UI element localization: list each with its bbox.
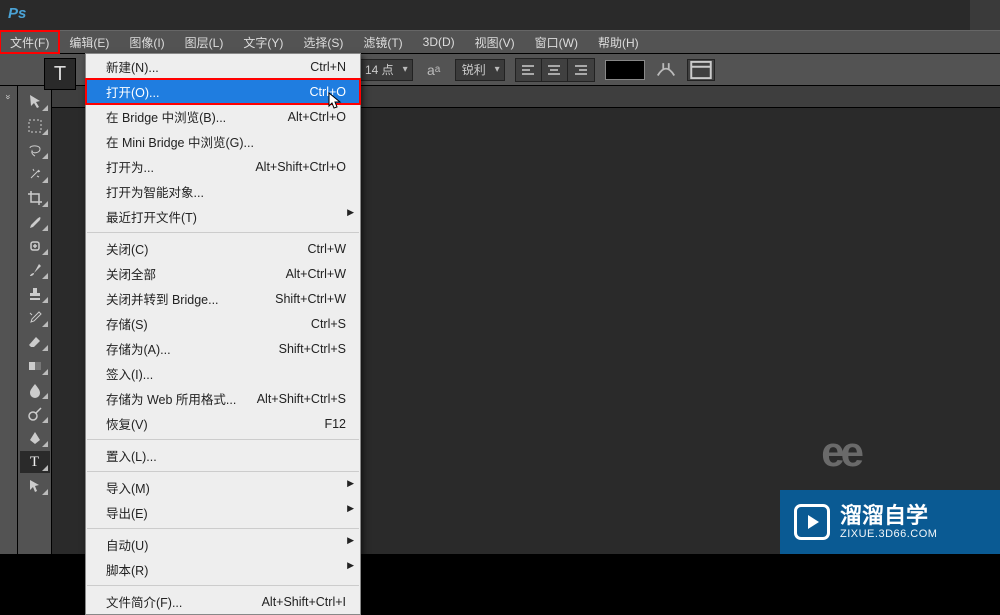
align-left-button[interactable] <box>516 59 542 81</box>
warp-text-icon[interactable] <box>655 59 677 81</box>
menu-separator <box>87 439 359 440</box>
menu-item[interactable]: 打开(O)...Ctrl+O <box>86 79 360 104</box>
menu-separator <box>87 471 359 472</box>
pen-tool[interactable] <box>20 427 50 449</box>
menu-item[interactable]: 新建(N)...Ctrl+N <box>86 54 360 79</box>
menu-help[interactable]: 帮助(H) <box>588 31 649 53</box>
menu-3d[interactable]: 3D(D) <box>413 31 465 53</box>
menu-item[interactable]: 关闭全部Alt+Ctrl+W <box>86 261 360 286</box>
menu-item[interactable]: 自动(U) <box>86 532 360 557</box>
aa-icon: aa <box>423 59 445 81</box>
menu-item[interactable]: 最近打开文件(T) <box>86 204 360 229</box>
menu-item[interactable]: 导入(M) <box>86 475 360 500</box>
menu-item[interactable]: 置入(L)... <box>86 443 360 468</box>
menu-item[interactable]: 打开为...Alt+Shift+Ctrl+O <box>86 154 360 179</box>
watermark-subtitle: ZIXUE.3D66.COM <box>840 528 937 540</box>
menu-item[interactable]: 签入(I)... <box>86 361 360 386</box>
menu-item[interactable]: 在 Bridge 中浏览(B)...Alt+Ctrl+O <box>86 104 360 129</box>
path-select-tool[interactable] <box>20 475 50 497</box>
menu-select[interactable]: 选择(S) <box>293 31 353 53</box>
mouse-cursor-icon <box>328 92 342 110</box>
text-color-swatch[interactable] <box>605 60 645 80</box>
play-icon <box>794 504 830 540</box>
move-tool[interactable] <box>20 91 50 113</box>
heal-tool[interactable] <box>20 235 50 257</box>
wand-tool[interactable] <box>20 163 50 185</box>
menu-image[interactable]: 图像(I) <box>119 31 174 53</box>
menu-type[interactable]: 文字(Y) <box>233 31 293 53</box>
chevron-right-icon: » <box>3 94 13 99</box>
eyedropper-tool[interactable] <box>20 211 50 233</box>
watermark-title: 溜溜自学 <box>840 504 937 528</box>
menu-item[interactable]: 存储为(A)...Shift+Ctrl+S <box>86 336 360 361</box>
type-tool[interactable]: T <box>20 451 50 473</box>
menu-separator <box>87 528 359 529</box>
brush-tool[interactable] <box>20 259 50 281</box>
font-size-select[interactable]: 14 点 <box>358 59 413 81</box>
watermark-badge: 溜溜自学 ZIXUE.3D66.COM <box>780 490 1000 554</box>
crop-tool[interactable] <box>20 187 50 209</box>
app-logo: Ps <box>8 5 38 25</box>
title-bar: Ps <box>0 0 1000 30</box>
align-center-button[interactable] <box>542 59 568 81</box>
menu-item[interactable]: 存储(S)Ctrl+S <box>86 311 360 336</box>
gradient-tool[interactable] <box>20 355 50 377</box>
dodge-tool[interactable] <box>20 403 50 425</box>
eraser-tool[interactable] <box>20 331 50 353</box>
menu-item[interactable]: 文件简介(F)...Alt+Shift+Ctrl+I <box>86 589 360 614</box>
menu-filter[interactable]: 滤镜(T) <box>353 31 412 53</box>
menu-edit[interactable]: 编辑(E) <box>59 31 119 53</box>
text-align-group <box>515 58 595 82</box>
antialias-select[interactable]: 锐利 <box>455 59 505 81</box>
menu-item[interactable]: 脚本(R) <box>86 557 360 582</box>
menu-item[interactable]: 导出(E) <box>86 500 360 525</box>
menu-layer[interactable]: 图层(L) <box>175 31 234 53</box>
menu-item[interactable]: 存储为 Web 所用格式...Alt+Shift+Ctrl+S <box>86 386 360 411</box>
menu-item[interactable]: 恢复(V)F12 <box>86 411 360 436</box>
menu-separator <box>87 232 359 233</box>
menu-item[interactable]: 打开为智能对象... <box>86 179 360 204</box>
panels-toggle-icon[interactable] <box>687 59 715 81</box>
stamp-tool[interactable] <box>20 283 50 305</box>
dock-collapse-bar[interactable]: » <box>0 86 18 554</box>
tool-preset-type-icon[interactable]: T <box>44 58 76 90</box>
blur-tool[interactable] <box>20 379 50 401</box>
lasso-tool[interactable] <box>20 139 50 161</box>
align-right-button[interactable] <box>568 59 594 81</box>
file-menu-dropdown: 新建(N)...Ctrl+N打开(O)...Ctrl+O在 Bridge 中浏览… <box>85 53 361 615</box>
menu-separator <box>87 585 359 586</box>
menu-file[interactable]: 文件(F) <box>0 31 59 53</box>
menu-item[interactable]: 关闭并转到 Bridge...Shift+Ctrl+W <box>86 286 360 311</box>
menu-item[interactable]: 在 Mini Bridge 中浏览(G)... <box>86 129 360 154</box>
menu-bar: 文件(F) 编辑(E) 图像(I) 图层(L) 文字(Y) 选择(S) 滤镜(T… <box>0 30 1000 54</box>
marquee-tool[interactable] <box>20 115 50 137</box>
toolbox: T <box>18 86 52 554</box>
history-brush-tool[interactable] <box>20 307 50 329</box>
menu-item[interactable]: 关闭(C)Ctrl+W <box>86 236 360 261</box>
menu-view[interactable]: 视图(V) <box>465 31 525 53</box>
menu-window[interactable]: 窗口(W) <box>525 31 588 53</box>
decorative-watermark-icon: ee <box>821 428 860 476</box>
